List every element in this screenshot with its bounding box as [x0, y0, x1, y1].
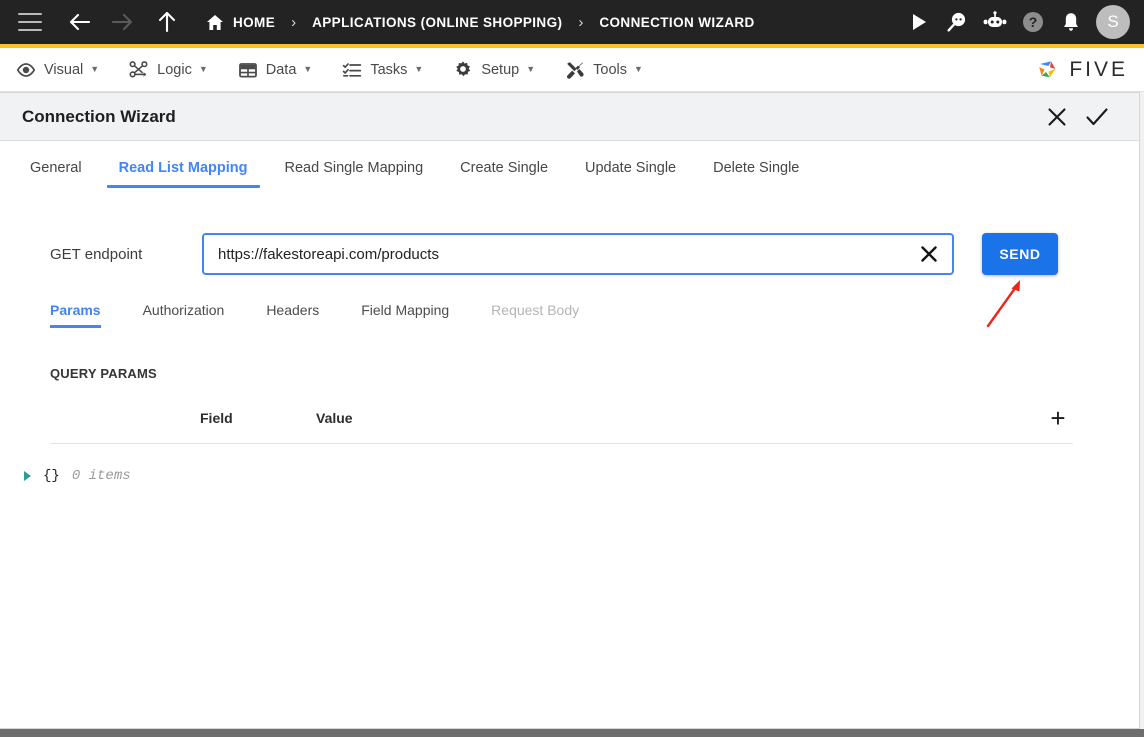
breadcrumb-separator: › [291, 13, 297, 31]
brand-logo: FIVE [1033, 55, 1128, 85]
five-pinwheel-icon [1039, 60, 1056, 77]
home-icon [207, 14, 223, 30]
endpoint-input[interactable] [204, 235, 906, 273]
menu-label-logic: Logic [157, 61, 192, 78]
top-navigation-bar: HOME › APPLICATIONS (ONLINE SHOPPING) › … [0, 0, 1144, 44]
menu-item-tools[interactable]: Tools ▼ [565, 60, 643, 80]
run-icon[interactable] [900, 3, 938, 41]
eye-icon [16, 60, 36, 80]
arrow-right-icon[interactable] [108, 7, 138, 37]
check-icon[interactable] [1077, 97, 1117, 137]
avatar[interactable]: S [1096, 5, 1130, 39]
query-params-table-header: Field Value + [50, 403, 1073, 444]
svg-text:?: ? [1029, 14, 1038, 30]
application-menu-bar: Visual ▼ Logic ▼ Data ▼ Tasks ▼ Setup ▼ … [0, 48, 1144, 92]
subtab-label: Field Mapping [361, 302, 450, 318]
panel-header: Connection Wizard [0, 93, 1139, 141]
breadcrumb-item-connection-wizard[interactable]: CONNECTION WIZARD [599, 15, 754, 30]
menu-item-setup[interactable]: Setup ▼ [453, 60, 535, 80]
breadcrumb-separator: › [578, 13, 584, 31]
tab-read-single-mapping[interactable]: Read Single Mapping [273, 160, 436, 188]
plus-icon[interactable]: + [1043, 403, 1073, 433]
breadcrumb-label-home: HOME [233, 14, 276, 30]
tab-label: Create Single [460, 160, 549, 176]
wizard-tabs: General Read List Mapping Read Single Ma… [0, 145, 1139, 189]
subtab-request-body: Request Body [491, 302, 579, 328]
request-subtabs: Params Authorization Headers Field Mappi… [0, 294, 1139, 328]
gear-icon [453, 60, 473, 80]
menu-label-visual: Visual [44, 61, 84, 78]
chevron-down-icon: ▼ [90, 64, 100, 74]
chevron-down-icon: ▼ [634, 64, 643, 74]
node-graph-icon [129, 60, 149, 80]
tab-label: General [30, 160, 82, 176]
endpoint-row: GET endpoint SEND [0, 233, 1139, 275]
menu-item-logic[interactable]: Logic ▼ [129, 60, 208, 80]
menu-item-data[interactable]: Data ▼ [238, 60, 313, 80]
breadcrumb-item-home[interactable]: HOME [206, 14, 275, 31]
subtab-authorization[interactable]: Authorization [143, 302, 225, 328]
menu-label-data: Data [265, 61, 297, 78]
chevron-down-icon: ▼ [303, 64, 313, 74]
menu-item-visual[interactable]: Visual ▼ [16, 60, 99, 80]
tab-create-single[interactable]: Create Single [448, 160, 560, 188]
menu-label-tools: Tools [593, 61, 627, 78]
arrow-left-icon[interactable] [64, 7, 94, 37]
subtab-label: Headers [266, 302, 320, 318]
json-item-count: 0 items [71, 468, 131, 484]
table-grid-icon [238, 60, 258, 80]
help-icon[interactable]: ? [1014, 3, 1052, 41]
tools-icon [565, 60, 585, 80]
subtab-headers[interactable]: Headers [266, 302, 319, 328]
robot-assistant-icon[interactable] [976, 3, 1014, 41]
menu-item-tasks[interactable]: Tasks ▼ [342, 60, 423, 80]
tab-update-single[interactable]: Update Single [573, 160, 688, 188]
hamburger-icon[interactable] [18, 13, 42, 31]
triangle-right-icon[interactable] [24, 471, 31, 481]
checklist-icon [342, 60, 362, 80]
tab-label: Update Single [585, 160, 677, 176]
endpoint-field-wrapper [202, 233, 954, 275]
notifications-bell-icon[interactable] [1052, 3, 1090, 41]
json-braces: {} [43, 468, 60, 484]
tab-read-list-mapping[interactable]: Read List Mapping [106, 160, 260, 188]
subtab-label: Params [50, 302, 101, 318]
chevron-down-icon: ▼ [414, 64, 424, 74]
chevron-down-icon: ▼ [198, 64, 208, 74]
endpoint-label: GET endpoint [50, 245, 143, 263]
tab-label: Read Single Mapping [284, 160, 424, 176]
subtab-label: Request Body [491, 302, 580, 318]
panel-right-edge [1140, 92, 1144, 729]
subtab-label: Authorization [142, 302, 225, 318]
search-chat-icon[interactable] [938, 3, 976, 41]
connection-wizard-panel: Connection Wizard General Read List Mapp… [0, 92, 1140, 729]
chevron-down-icon: ▼ [526, 64, 536, 74]
tab-delete-single[interactable]: Delete Single [701, 160, 811, 188]
menu-label-setup: Setup [481, 61, 520, 78]
column-header-value: Value [316, 410, 353, 426]
tab-general[interactable]: General [18, 160, 94, 188]
send-button[interactable]: SEND [982, 233, 1058, 275]
response-json-viewer: {} 0 items [0, 468, 1139, 484]
arrow-up-icon[interactable] [152, 7, 182, 37]
query-params-section-title: QUERY PARAMS [50, 366, 157, 381]
close-icon[interactable] [1037, 97, 1077, 137]
subtab-params[interactable]: Params [50, 302, 101, 328]
menu-label-tasks: Tasks [370, 61, 408, 78]
column-header-field: Field [200, 410, 233, 426]
tab-label: Read List Mapping [118, 160, 248, 176]
clear-endpoint-button[interactable] [906, 235, 952, 273]
page-title: Connection Wizard [22, 106, 176, 126]
subtab-field-mapping[interactable]: Field Mapping [361, 302, 449, 328]
tab-label: Delete Single [713, 160, 800, 176]
breadcrumb-item-applications[interactable]: APPLICATIONS (ONLINE SHOPPING) [312, 15, 562, 30]
window-bottom-bar [0, 729, 1144, 737]
brand-text: FIVE [1069, 57, 1128, 81]
close-icon [921, 246, 937, 262]
